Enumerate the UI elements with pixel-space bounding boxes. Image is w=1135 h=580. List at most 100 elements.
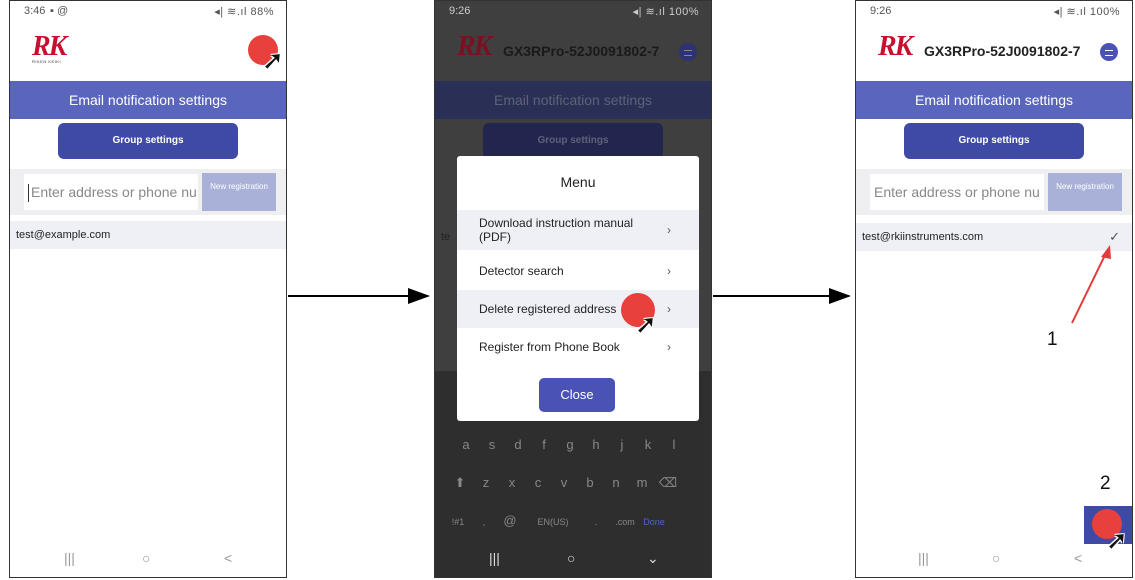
mouse-pointer-icon: ➚ (635, 309, 657, 339)
nav-keyboard-hide-icon[interactable]: ⌄ (647, 550, 659, 567)
key[interactable]: v (551, 475, 577, 490)
menu-icon (1105, 50, 1113, 56)
key[interactable]: s (479, 437, 505, 452)
menu-button[interactable] (679, 43, 697, 61)
phone-screen-3: 9:26 ◂| ≋.ıl 100% RK GX3RPro-52J0091802-… (855, 0, 1133, 578)
address-input-placeholder: Enter address or phone nu (874, 184, 1040, 200)
background-row-text: te (441, 231, 451, 243)
chevron-right-icon: › (667, 223, 671, 237)
logo-mark: RK (32, 31, 67, 62)
group-settings-button[interactable]: Group settings (58, 123, 238, 159)
status-time: 9:26 (870, 5, 892, 17)
key[interactable]: m (629, 475, 655, 490)
menu-item-delete-address[interactable]: Delete registered address › (457, 290, 699, 328)
chevron-right-icon: › (667, 340, 671, 354)
menu-item-register-phonebook[interactable]: Register from Phone Book › (457, 328, 699, 366)
phone-screen-2: 9:26 ◂| ≋.ıl 100% RK GX3RPro-52J0091802-… (434, 0, 712, 578)
menu-item-label: Detector search (479, 264, 564, 278)
space-key[interactable]: EN(US) (523, 517, 583, 527)
logo-mark: RK (878, 31, 913, 62)
page-title: Email notification settings (10, 81, 286, 119)
address-input-placeholder: Enter address or phone nu (31, 184, 197, 200)
address-input[interactable]: Enter address or phone nu (870, 174, 1044, 210)
backspace-key-icon[interactable]: ⌫ (655, 475, 681, 491)
page-title: Email notification settings (435, 81, 711, 119)
nav-recent-button[interactable]: ||| (64, 550, 75, 566)
key[interactable]: f (531, 437, 557, 452)
status-battery: ◂| ≋.ıl 88% (214, 6, 274, 18)
status-battery: ◂| ≋.ıl 100% (632, 6, 699, 18)
system-nav-bar: ||| ○ < (856, 541, 1132, 577)
chevron-right-icon: › (667, 302, 671, 316)
keyboard-row-asdf: asdfghjkl (453, 437, 711, 452)
comma-key[interactable]: , (471, 517, 497, 527)
done-key[interactable]: Done (641, 517, 667, 527)
annotation-label-2: 2 (1100, 473, 1111, 494)
nav-recent-button[interactable]: ||| (489, 550, 500, 566)
status-notification-icons: ▪ @ (50, 5, 69, 17)
new-registration-button[interactable]: New registration (1048, 173, 1122, 211)
registered-address-row[interactable]: test@rkiinstruments.com ✓ (856, 223, 1132, 251)
dotcom-key[interactable]: .com (609, 517, 641, 527)
nav-back-button[interactable]: < (1074, 550, 1082, 566)
checkmark-icon[interactable]: ✓ (1109, 223, 1120, 251)
status-time: 3:46 (24, 5, 46, 17)
at-key[interactable]: @ (497, 513, 523, 528)
status-battery: ◂| ≋.ıl 100% (1053, 6, 1120, 18)
key[interactable]: z (473, 475, 499, 490)
registered-address: test@rkiinstruments.com (862, 231, 984, 243)
app-top-bar: RK RIKEN KEIKI (10, 23, 286, 81)
system-nav-bar: ||| ○ < (10, 541, 286, 577)
chevron-right-icon: › (667, 264, 671, 278)
menu-button[interactable] (1100, 43, 1118, 61)
address-input[interactable]: Enter address or phone nu (24, 174, 198, 210)
rk-logo: RK (457, 31, 499, 67)
menu-item-download-manual[interactable]: Download instruction manual (PDF) › (457, 210, 699, 250)
key[interactable]: l (661, 437, 687, 452)
registration-row: Enter address or phone nu New registrati… (10, 169, 286, 215)
nav-back-button[interactable]: < (224, 550, 232, 566)
flow-arrow-1 (288, 288, 430, 304)
key[interactable]: n (603, 475, 629, 490)
nav-home-button[interactable]: ○ (567, 550, 575, 566)
key[interactable]: g (557, 437, 583, 452)
registered-address-row[interactable]: test@example.com (10, 221, 286, 249)
group-settings-button[interactable]: Group settings (483, 123, 663, 159)
registered-address: test@example.com (16, 229, 111, 241)
logo-mark: RK (457, 31, 492, 62)
key[interactable]: x (499, 475, 525, 490)
nav-home-button[interactable]: ○ (992, 550, 1000, 566)
nav-recent-button[interactable]: ||| (918, 550, 929, 566)
text-caret (28, 184, 29, 203)
shift-key-icon[interactable]: ⬆ (447, 475, 473, 491)
key[interactable]: k (635, 437, 661, 452)
rk-logo: RK (878, 31, 920, 67)
annotation-label-1: 1 (1047, 329, 1058, 350)
key[interactable]: b (577, 475, 603, 490)
key[interactable]: a (453, 437, 479, 452)
period-key[interactable]: . (583, 517, 609, 527)
status-bar: 9:26 ◂| ≋.ıl 100% (435, 1, 711, 23)
status-time: 9:26 (449, 5, 471, 17)
status-bar: 3:46 ▪ @ ◂| ≋.ıl 88% (10, 1, 286, 23)
menu-title: Menu (560, 174, 596, 190)
new-registration-button[interactable]: New registration (202, 173, 276, 211)
key[interactable]: d (505, 437, 531, 452)
flow-arrow-2 (713, 288, 851, 304)
nav-home-button[interactable]: ○ (142, 550, 150, 566)
mouse-pointer-icon: ➚ (262, 45, 284, 75)
app-top-bar: RK GX3RPro-52J0091802-7 (856, 23, 1132, 81)
app-top-bar: RK GX3RPro-52J0091802-7 (435, 23, 711, 81)
key[interactable]: h (583, 437, 609, 452)
key[interactable]: j (609, 437, 635, 452)
status-bar: 9:26 ◂| ≋.ıl 100% (856, 1, 1132, 23)
group-settings-button[interactable]: Group settings (904, 123, 1084, 159)
keyboard-row-zxcv: ⬆ z x c v b n m ⌫ (447, 475, 711, 491)
key[interactable]: c (525, 475, 551, 490)
menu-item-label: Download instruction manual (PDF) (479, 216, 634, 244)
close-button[interactable]: Close (539, 378, 615, 412)
symbols-key[interactable]: !#1 (445, 517, 471, 527)
menu-item-detector-search[interactable]: Detector search › (457, 252, 699, 290)
menu-icon (684, 50, 692, 56)
page-title: Email notification settings (856, 81, 1132, 119)
